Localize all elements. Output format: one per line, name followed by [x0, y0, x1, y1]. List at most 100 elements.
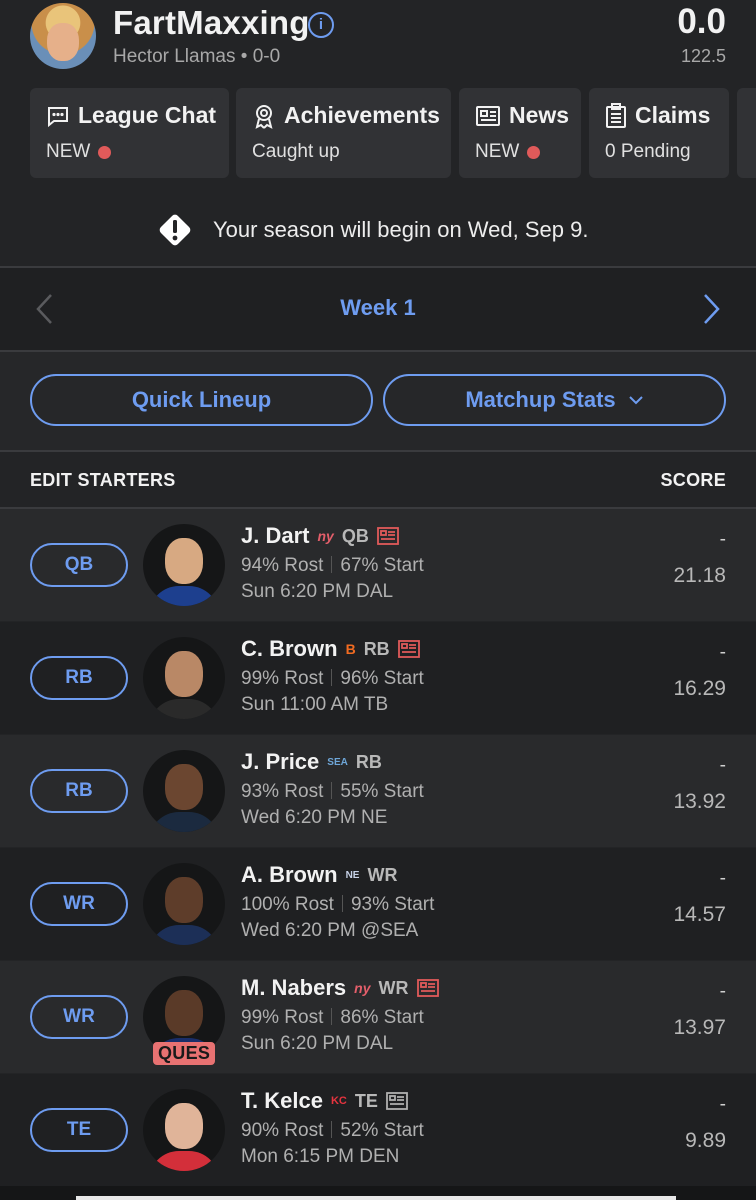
player-name[interactable]: J. Price [241, 749, 319, 775]
bengals-logo-icon: B [345, 641, 356, 657]
team-header: FartMaxxing i Hector Llamas • 0-0 0.0 12… [0, 0, 756, 80]
slot-button[interactable]: RB [30, 769, 128, 813]
score-heading: SCORE [660, 470, 726, 490]
player-score: - [719, 529, 726, 550]
slot-button[interactable]: WR [30, 882, 128, 926]
player-headshot[interactable] [143, 750, 225, 832]
player-headshot[interactable] [143, 524, 225, 606]
slot-button[interactable]: WR [30, 995, 128, 1039]
starters-header: EDIT STARTERS SCORE [0, 452, 756, 508]
quick-lineup-label: Quick Lineup [131, 387, 272, 412]
started-pct: 93% Start [350, 894, 435, 915]
news-icon [476, 105, 500, 126]
slot-button[interactable]: TE [30, 1108, 128, 1152]
league-chat-card[interactable]: League Chat NEW [30, 88, 229, 178]
rostered-pct: 94% Rost [241, 555, 324, 576]
news-icon[interactable] [416, 979, 439, 997]
player-score: - [719, 1094, 726, 1115]
game-info: Sun 6:20 PM DAL [241, 581, 394, 602]
started-pct: 96% Start [340, 668, 424, 689]
player-position: QB [341, 525, 369, 546]
quick-lineup-button[interactable]: Quick Lineup [30, 374, 373, 426]
chevron-down-icon [628, 396, 643, 405]
questionable-badge: QUES [153, 1042, 216, 1065]
player-row-qb[interactable]: QB J. Dart ny QB 94% Rost 67% Start Sun 6… [0, 509, 756, 621]
player-headshot[interactable] [143, 863, 225, 945]
card-status: Caught up [252, 141, 340, 162]
card-title: League Chat [78, 102, 217, 128]
slot-button[interactable]: QB [30, 543, 128, 587]
week-label[interactable]: Week 1 [0, 295, 756, 321]
claims-card[interactable]: Claims 0 Pending [589, 88, 729, 178]
matchup-stats-button[interactable]: Matchup Stats [383, 374, 726, 426]
achievements-card[interactable]: Achievements Caught up [236, 88, 451, 178]
game-info: Wed 6:20 PM NE [241, 807, 388, 828]
player-headshot[interactable] [143, 637, 225, 719]
game-info: Sun 11:00 AM TB [241, 694, 389, 715]
player-score: - [719, 755, 726, 776]
player-projection: 13.92 [673, 790, 726, 813]
player-row-rb[interactable]: RB J. Price SEA RB 93% Rost 55% Start Wed… [0, 735, 756, 847]
new-dot [98, 145, 112, 159]
player-name[interactable]: J. Dart [241, 523, 309, 549]
player-name[interactable]: M. Nabers [241, 975, 346, 1001]
quick-cards: League Chat NEW Achievements Caught up N… [30, 88, 756, 178]
card-status: NEW [475, 141, 520, 162]
new-dot [527, 145, 541, 159]
season-notice-text: Your season will begin on Wed, Sep 9. [213, 217, 589, 242]
player-row-te[interactable]: TE T. Kelce KC TE 90% Rost 52% Start Mon … [0, 1074, 756, 1186]
season-notice: Your season will begin on Wed, Sep 9. [0, 205, 756, 255]
owner-record: Hector Llamas • 0-0 [113, 46, 281, 67]
player-position: WR [378, 977, 409, 998]
player-score: - [719, 981, 726, 1002]
warning-icon [159, 214, 191, 246]
news-icon[interactable] [376, 527, 399, 545]
player-projection: 14.57 [673, 903, 726, 926]
player-position: TE [354, 1090, 378, 1111]
game-info: Sun 6:20 PM DAL [241, 1033, 394, 1054]
player-name[interactable]: T. Kelce [241, 1088, 323, 1114]
rostered-pct: 99% Rost [241, 1007, 324, 1028]
chat-icon [48, 106, 68, 127]
player-position: WR [367, 864, 398, 885]
rostered-pct: 93% Rost [241, 781, 324, 802]
player-row-wr[interactable]: WR QUES M. Nabers ny WR 99% Rost 86% Star… [0, 961, 756, 1073]
card-status: 0 Pending [605, 141, 691, 162]
matchup-stats-label: Matchup Stats [465, 387, 616, 412]
week-selector: Week 1 [0, 268, 756, 350]
team-name[interactable]: FartMaxxing [113, 4, 310, 42]
player-projection: 13.97 [673, 1016, 726, 1039]
more-card-peek[interactable] [737, 88, 756, 178]
card-status: NEW [46, 141, 91, 162]
total-score: 0.0 [677, 2, 726, 41]
player-score: - [719, 642, 726, 663]
info-icon[interactable]: i [308, 12, 334, 38]
rostered-pct: 100% Rost [241, 894, 334, 915]
player-row-wr[interactable]: WR A. Brown NE WR 100% Rost 93% Start Wed… [0, 848, 756, 960]
projected-score: 122.5 [680, 46, 726, 66]
clipboard-icon [606, 102, 626, 128]
news-icon[interactable] [385, 1092, 408, 1110]
card-title: Achievements [284, 102, 440, 128]
player-headshot[interactable] [143, 1089, 225, 1171]
player-projection: 9.89 [685, 1129, 726, 1152]
bottom-strip [0, 1186, 756, 1200]
player-name[interactable]: C. Brown [241, 636, 338, 662]
chevron-right-icon[interactable] [700, 292, 722, 326]
player-name[interactable]: A. Brown [241, 862, 338, 888]
player-position: RB [363, 638, 390, 659]
chiefs-logo-icon: KC [330, 1095, 347, 1107]
edit-starters-heading[interactable]: EDIT STARTERS [30, 470, 176, 491]
rostered-pct: 90% Rost [241, 1120, 324, 1141]
slot-button[interactable]: RB [30, 656, 128, 700]
patriots-logo-icon: NE [345, 869, 360, 881]
news-icon[interactable] [397, 640, 420, 658]
news-card[interactable]: News NEW [459, 88, 581, 178]
started-pct: 55% Start [340, 781, 424, 802]
team-avatar[interactable] [30, 3, 96, 69]
player-row-rb[interactable]: RB C. Brown B RB 99% Rost 96% Start Sun 1… [0, 622, 756, 734]
started-pct: 52% Start [340, 1120, 424, 1141]
player-projection: 21.18 [673, 564, 726, 587]
game-info: Wed 6:20 PM @SEA [241, 920, 419, 941]
giants-logo-icon: ny [354, 980, 371, 996]
